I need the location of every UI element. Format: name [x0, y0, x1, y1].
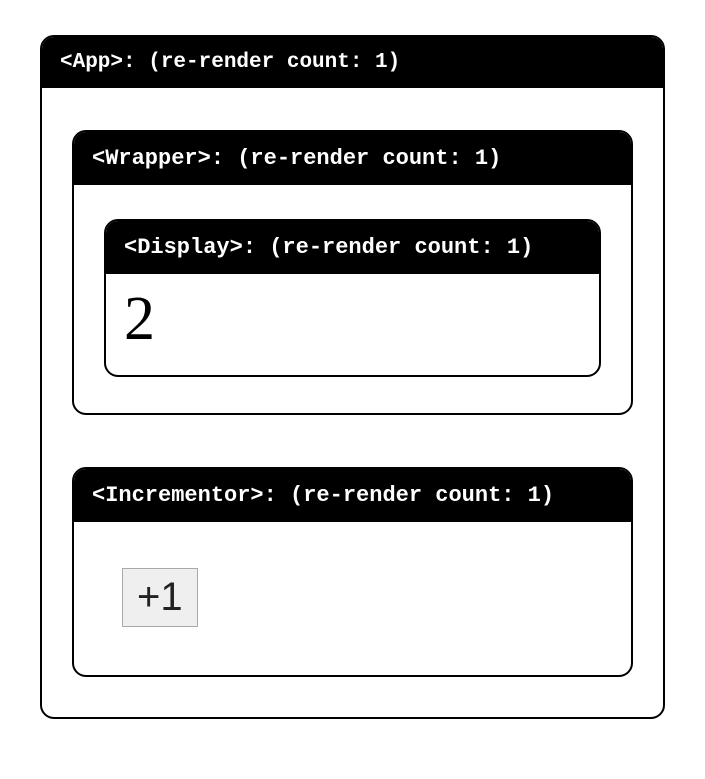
- app-panel-body: <Wrapper>: (re-render count: 1) <Display…: [42, 88, 663, 717]
- display-panel-body: 2: [106, 274, 599, 375]
- increment-button[interactable]: +1: [122, 568, 198, 627]
- display-panel-header: <Display>: (re-render count: 1): [106, 221, 599, 274]
- display-panel: <Display>: (re-render count: 1) 2: [104, 219, 601, 377]
- display-value: 2: [124, 284, 581, 355]
- wrapper-panel-body: <Display>: (re-render count: 1) 2: [74, 185, 631, 413]
- app-panel-header: <App>: (re-render count: 1): [42, 37, 663, 88]
- wrapper-panel: <Wrapper>: (re-render count: 1) <Display…: [72, 130, 633, 415]
- incrementor-panel: <Incrementor>: (re-render count: 1) +1: [72, 467, 633, 677]
- incrementor-panel-body: +1: [74, 522, 631, 675]
- wrapper-panel-header: <Wrapper>: (re-render count: 1): [74, 132, 631, 185]
- incrementor-panel-header: <Incrementor>: (re-render count: 1): [74, 469, 631, 522]
- app-panel: <App>: (re-render count: 1) <Wrapper>: (…: [40, 35, 665, 719]
